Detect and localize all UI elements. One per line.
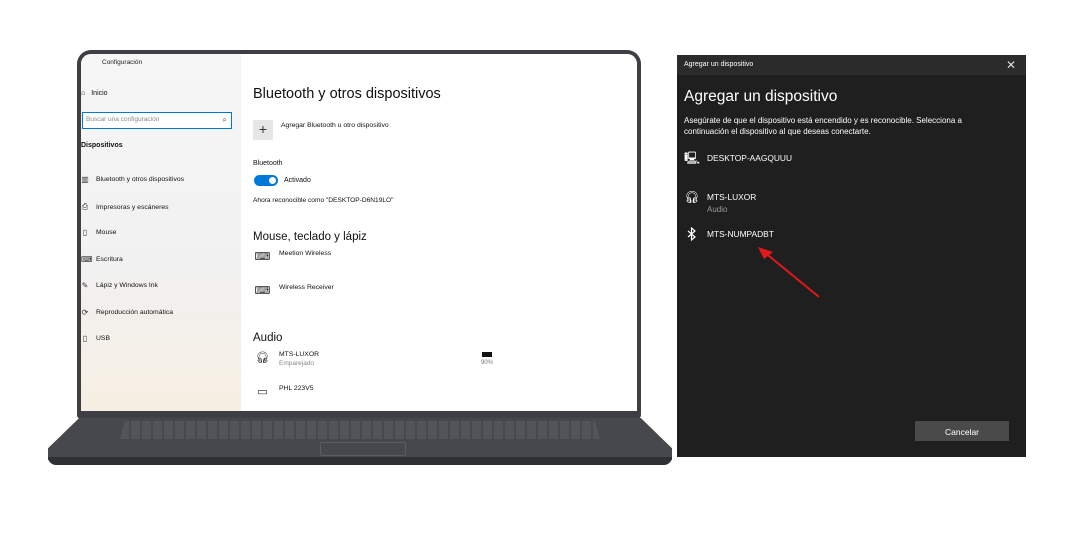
device-item-receiver[interactable]: ⌨ Wireless Receiver bbox=[254, 284, 334, 298]
monitor-icon: ▭ bbox=[257, 386, 268, 398]
add-device-dialog: Agregar un dispositivo ✕ Agregar un disp… bbox=[677, 55, 1026, 457]
sidebar-item-label: Mouse bbox=[96, 229, 117, 236]
device-name: Meetion Wireless bbox=[279, 250, 332, 257]
sidebar-item-printers[interactable]: ⎙ Impresoras y escáneres bbox=[81, 202, 169, 212]
sidebar-item-label: USB bbox=[96, 335, 110, 342]
mouse-section-title: Mouse, teclado y lápiz bbox=[253, 231, 367, 243]
keyboard-icon: ⌨ bbox=[254, 251, 271, 263]
headset-icon: 🎧︎ bbox=[684, 190, 700, 204]
bluetooth-devices-icon: ▥ bbox=[81, 175, 89, 184]
sidebar-item-mouse[interactable]: ▯ Mouse bbox=[81, 228, 117, 237]
home-icon: ⌂ bbox=[81, 90, 86, 97]
search-placeholder: Buscar una configuración bbox=[86, 116, 160, 123]
battery-icon bbox=[482, 352, 492, 357]
close-icon[interactable]: ✕ bbox=[1006, 58, 1016, 72]
laptop-base-edge bbox=[48, 457, 672, 465]
sidebar-item-label: Bluetooth y otros dispositivos bbox=[96, 176, 185, 183]
dialog-device-luxor[interactable]: 🎧︎ MTS-LUXOR Audio bbox=[684, 190, 756, 214]
headset-icon: 🎧︎ bbox=[255, 352, 270, 364]
laptop-screen: Configuración ⌂ Inicio Buscar una config… bbox=[81, 54, 637, 411]
device-name: PHL 223V5 bbox=[279, 385, 314, 392]
dialog-titlebar: Agregar un dispositivo ✕ bbox=[677, 55, 1026, 75]
device-item-luxor[interactable]: 🎧︎ MTS-LUXOR Emparejado bbox=[254, 351, 320, 367]
battery-percent: 90% bbox=[480, 360, 493, 366]
audio-section-title: Audio bbox=[253, 332, 283, 344]
discoverable-text: Ahora reconocible como "DESKTOP-D6N19LO" bbox=[253, 197, 394, 204]
dialog-bar-title: Agregar un dispositivo bbox=[684, 61, 754, 68]
device-name: MTS-LUXOR bbox=[279, 351, 320, 358]
laptop-keyboard bbox=[120, 421, 600, 439]
settings-sidebar: Configuración ⌂ Inicio Buscar una config… bbox=[81, 54, 241, 411]
sidebar-home[interactable]: ⌂ Inicio bbox=[81, 90, 108, 97]
page-title: Bluetooth y otros dispositivos bbox=[253, 86, 441, 102]
device-name: Wireless Receiver bbox=[279, 284, 334, 291]
sidebar-item-typing[interactable]: ⌨ Escritura bbox=[81, 255, 123, 264]
device-name: DESKTOP-AAGQUUU bbox=[707, 153, 793, 163]
add-device-button[interactable]: + bbox=[253, 120, 273, 140]
settings-main: Bluetooth y otros dispositivos + Agregar… bbox=[241, 54, 637, 411]
device-name: MTS-LUXOR bbox=[707, 192, 757, 202]
mouse-icon: ▯ bbox=[82, 228, 88, 237]
bluetooth-label: Bluetooth bbox=[253, 160, 283, 167]
search-input[interactable]: Buscar una configuración ⌕ bbox=[82, 112, 232, 129]
dialog-device-numpad[interactable]: MTS-NUMPADBT bbox=[684, 226, 774, 244]
usb-icon: ▯ bbox=[82, 334, 88, 343]
bluetooth-toggle[interactable] bbox=[254, 175, 278, 186]
sidebar-item-bluetooth[interactable]: ▥ Bluetooth y otros dispositivos bbox=[81, 175, 184, 184]
device-type: Audio bbox=[707, 205, 728, 214]
app-title: Configuración bbox=[102, 59, 143, 66]
sidebar-item-autoplay[interactable]: ⟳ Reproducción automática bbox=[81, 308, 173, 317]
dialog-heading: Agregar un dispositivo bbox=[684, 88, 838, 105]
search-icon: ⌕ bbox=[222, 115, 227, 124]
sidebar-home-label: Inicio bbox=[91, 90, 108, 97]
dialog-device-desktop[interactable]: 🖳︎ DESKTOP-AAGQUUU bbox=[684, 151, 792, 165]
bluetooth-toggle-label: Activado bbox=[284, 177, 311, 184]
keyboard-icon: ⌨ bbox=[254, 285, 271, 297]
printer-icon: ⎙ bbox=[81, 202, 89, 211]
sidebar-item-label: Impresoras y escáneres bbox=[96, 203, 169, 211]
device-item-phl[interactable]: ▭ PHL 223V5 bbox=[254, 385, 314, 399]
battery-indicator: 90% bbox=[477, 352, 497, 366]
sidebar-item-usb[interactable]: ▯ USB bbox=[81, 334, 110, 343]
device-item-meetion[interactable]: ⌨ Meetion Wireless bbox=[254, 250, 332, 264]
sidebar-section-title: Dispositivos bbox=[81, 142, 123, 149]
computer-icon: 🖳︎ bbox=[684, 151, 701, 165]
cancel-button[interactable]: Cancelar bbox=[915, 421, 1009, 441]
device-name: MTS-NUMPADBT bbox=[707, 229, 774, 239]
sidebar-item-label: Lápiz y Windows Ink bbox=[96, 282, 158, 289]
sidebar-item-label: Escritura bbox=[96, 256, 123, 263]
red-arrow-annotation bbox=[758, 247, 820, 298]
sidebar-item-label: Reproducción automática bbox=[96, 309, 174, 316]
add-device-label[interactable]: Agregar Bluetooth u otro dispositivo bbox=[281, 122, 389, 129]
autoplay-icon: ⟳ bbox=[81, 308, 89, 317]
pen-icon: ✎ bbox=[81, 281, 89, 290]
bluetooth-icon bbox=[684, 226, 700, 244]
keyboard-icon: ⌨ bbox=[81, 255, 93, 264]
laptop-touchpad bbox=[320, 442, 406, 456]
dialog-description: Asegúrate de que el dispositivo está enc… bbox=[684, 116, 962, 136]
sidebar-item-pen[interactable]: ✎ Lápiz y Windows Ink bbox=[81, 281, 158, 290]
device-status: Emparejado bbox=[279, 360, 315, 367]
